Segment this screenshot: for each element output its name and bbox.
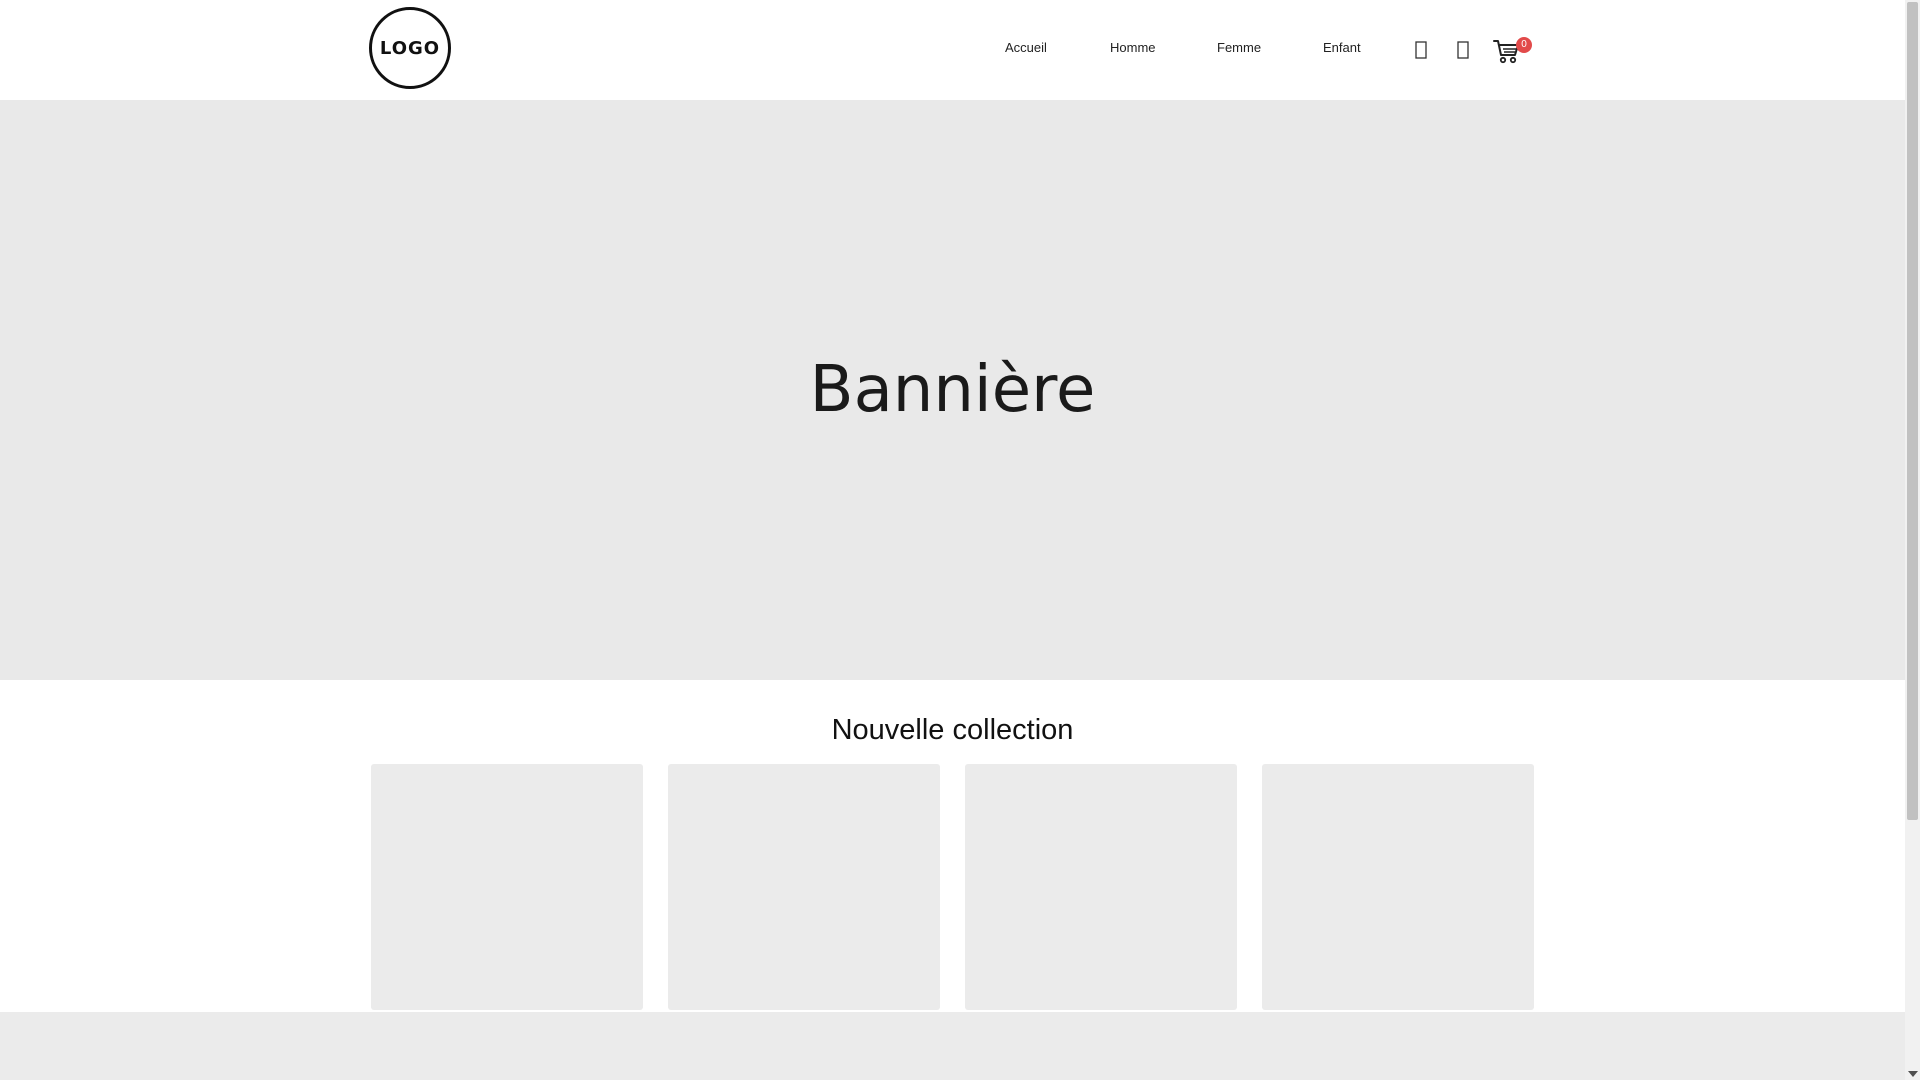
product-card[interactable] [668, 764, 940, 1010]
nav-homme[interactable]: Homme [1110, 40, 1156, 55]
hero-banner: Bannière [0, 100, 1905, 680]
product-card[interactable] [371, 764, 643, 1010]
product-card[interactable] [1262, 764, 1534, 1010]
product-card[interactable] [965, 764, 1237, 1010]
page: LOGO Accueil Homme Femme Enfant 0 Banniè… [0, 0, 1905, 1080]
account-button[interactable] [1452, 38, 1474, 62]
cart-count-badge: 0 [1516, 37, 1532, 53]
banner-title: Bannière [809, 353, 1096, 427]
scroll-down-arrow-icon[interactable] [1908, 1071, 1918, 1077]
page-scrollbar[interactable] [1905, 0, 1920, 1080]
nav-enfant[interactable]: Enfant [1323, 40, 1361, 55]
scrollbar-thumb[interactable] [1907, 2, 1918, 820]
site-header: LOGO Accueil Homme Femme Enfant 0 [0, 0, 1905, 100]
nav-femme[interactable]: Femme [1217, 40, 1261, 55]
search-button[interactable] [1410, 38, 1432, 62]
search-icon [1415, 41, 1427, 59]
footer-section [0, 1012, 1905, 1080]
user-icon [1457, 41, 1469, 59]
collection-title: Nouvelle collection [831, 714, 1074, 746]
site-logo[interactable]: LOGO [369, 7, 451, 89]
nav-accueil[interactable]: Accueil [1005, 40, 1047, 55]
